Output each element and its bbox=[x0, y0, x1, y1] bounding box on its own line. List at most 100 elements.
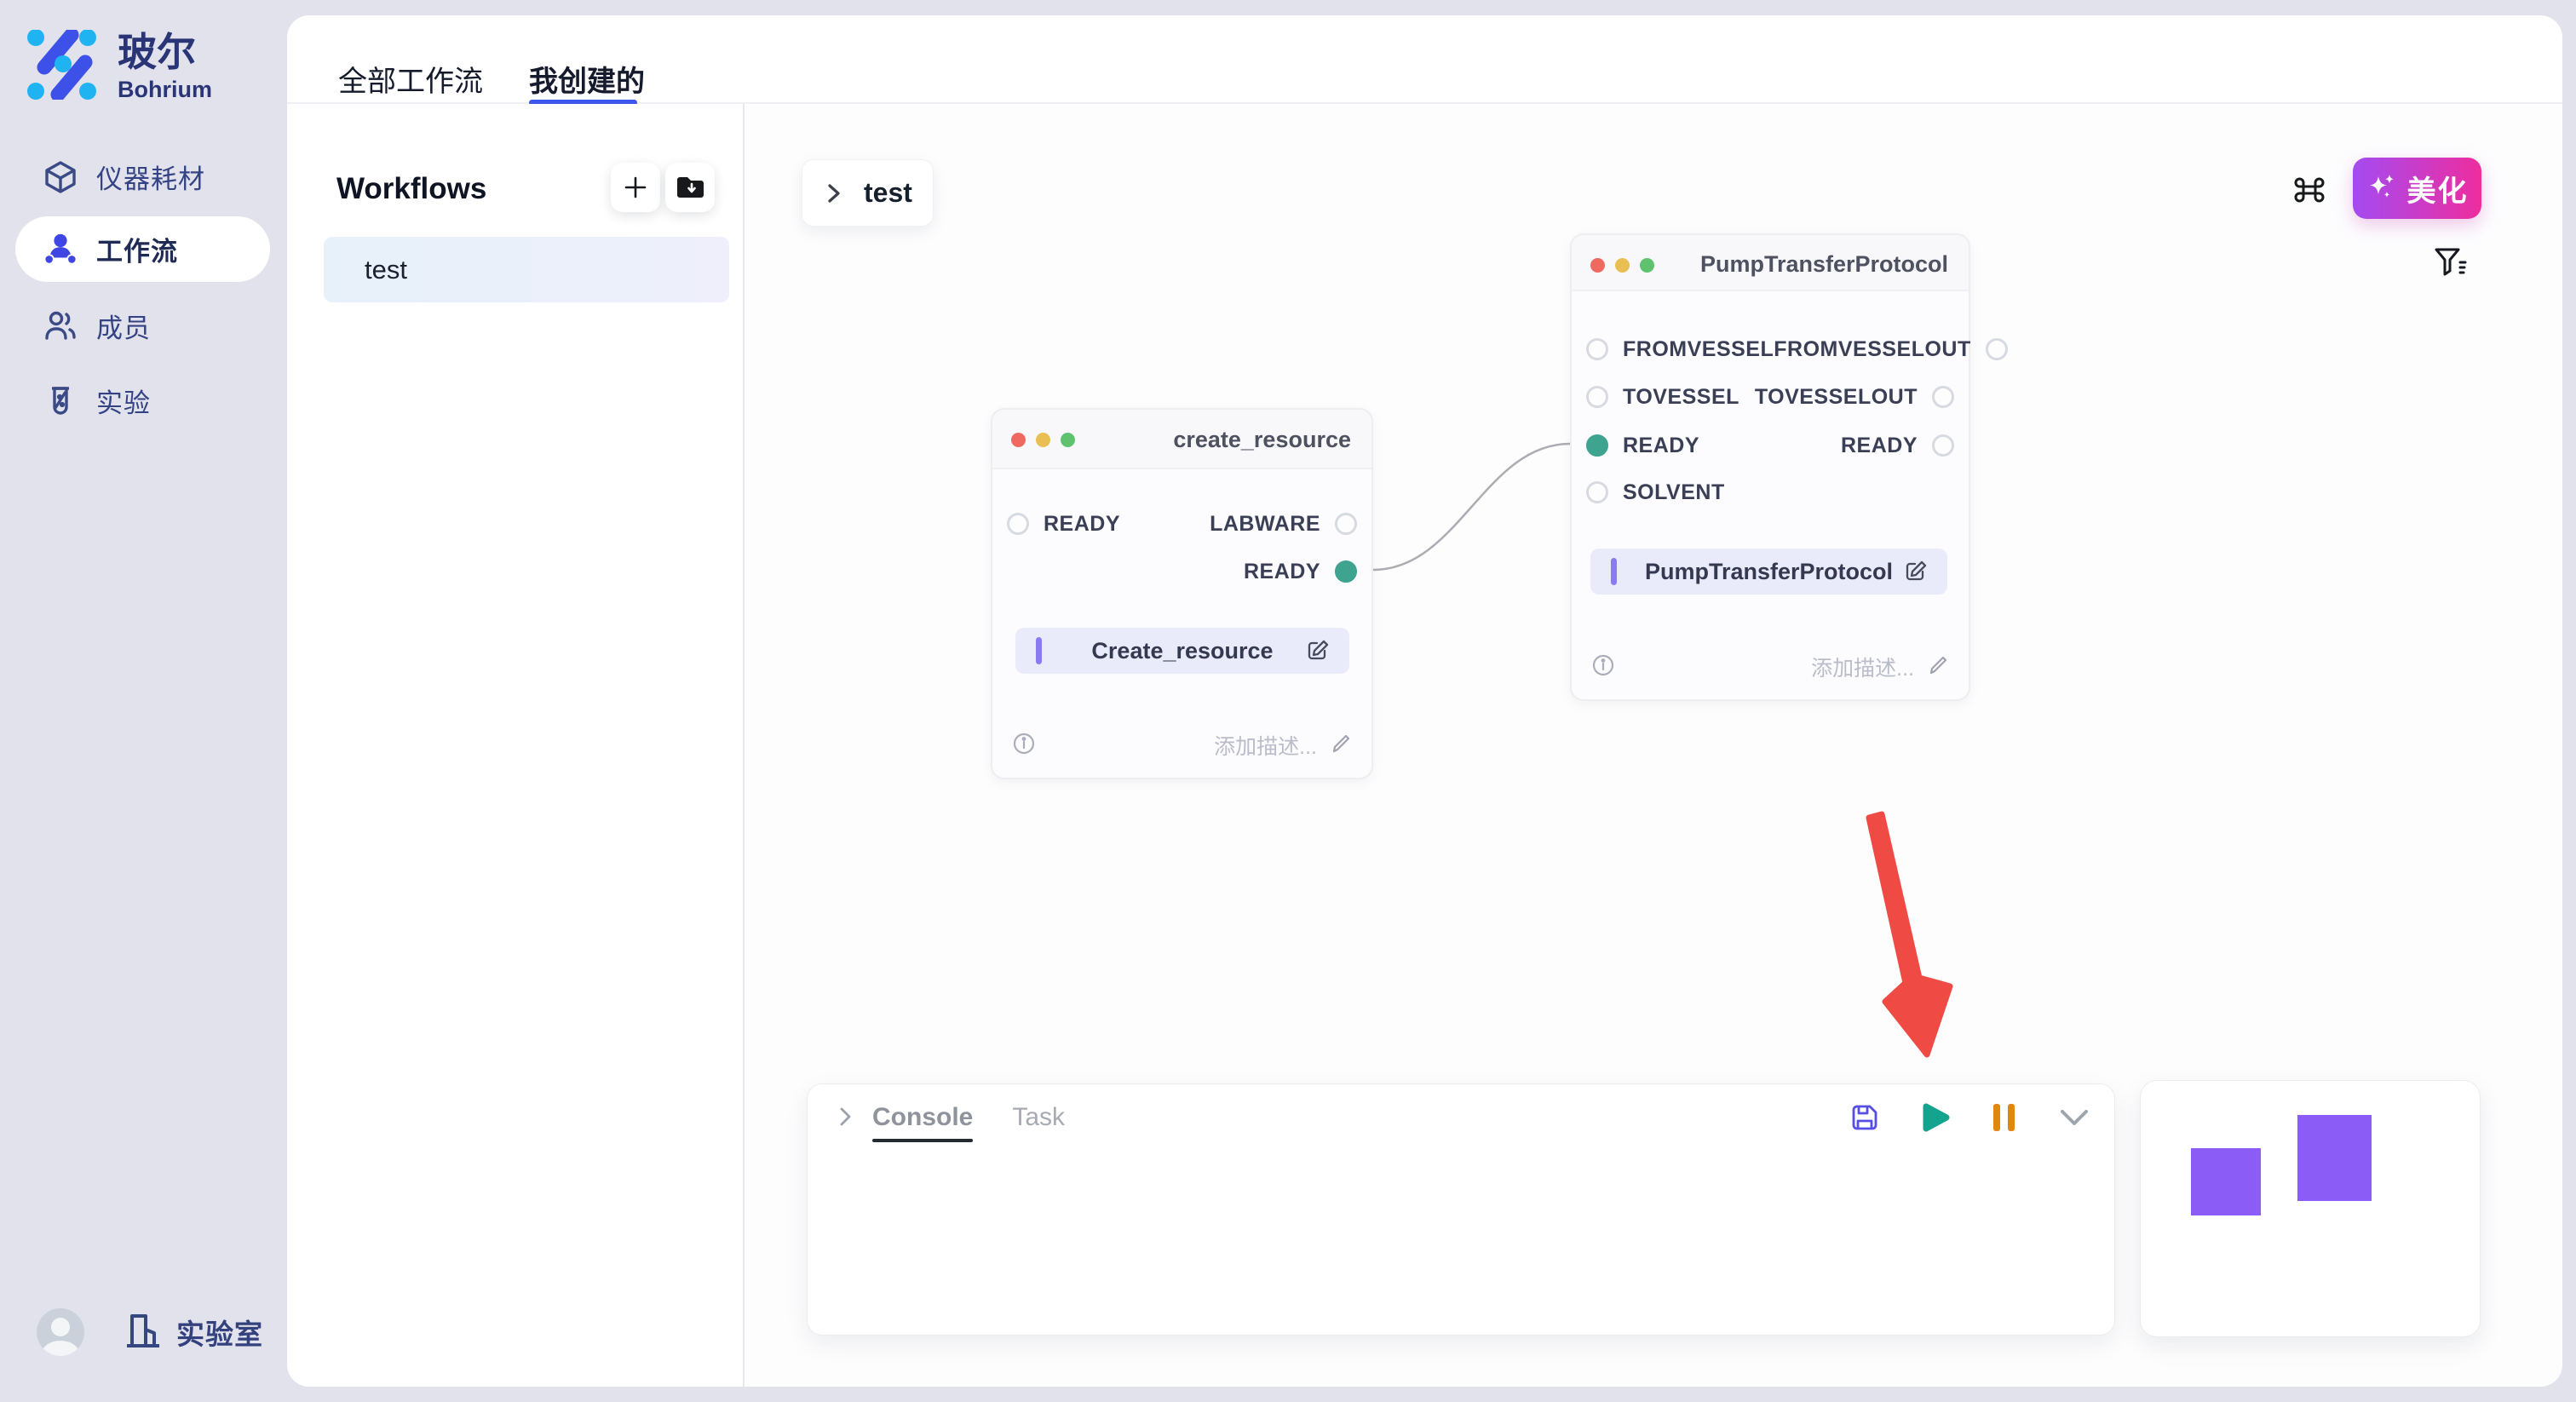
tab-task[interactable]: Task bbox=[1012, 1103, 1065, 1142]
building-icon bbox=[124, 1311, 163, 1354]
minimap-node bbox=[2191, 1148, 2261, 1215]
pencil-icon[interactable] bbox=[1928, 654, 1950, 681]
experiment-icon bbox=[43, 384, 78, 418]
box-icon bbox=[43, 160, 78, 194]
light-yellow bbox=[1036, 433, 1050, 447]
tab-console[interactable]: Console bbox=[872, 1103, 973, 1142]
sparkles-icon bbox=[2366, 171, 2397, 206]
node-create-resource[interactable]: create_resource READY LABWARE READY bbox=[991, 408, 1373, 779]
workflows-panel: Workflows test bbox=[287, 104, 745, 1387]
avatar[interactable] bbox=[37, 1308, 84, 1356]
port-label: READY bbox=[1841, 434, 1918, 458]
import-folder-button[interactable] bbox=[665, 163, 715, 212]
pill-accent-bar bbox=[1036, 637, 1042, 664]
main-panel: 全部工作流 我创建的 Workflows test bbox=[287, 15, 2562, 1387]
port-label: READY bbox=[1623, 434, 1699, 458]
brand-subtitle: Bohrium bbox=[118, 77, 212, 103]
traffic-lights bbox=[1011, 433, 1075, 447]
beautify-label: 美化 bbox=[2407, 168, 2469, 210]
port-out-ready-connected[interactable] bbox=[1335, 560, 1357, 583]
port-in-ready[interactable] bbox=[1007, 513, 1029, 535]
port-label: FROMVESSELOUT bbox=[1774, 337, 1971, 362]
command-palette-button[interactable] bbox=[2291, 171, 2328, 209]
light-yellow bbox=[1615, 258, 1630, 273]
port-out-fromvesselout[interactable] bbox=[1986, 338, 2008, 360]
beautify-button[interactable]: 美化 bbox=[2353, 158, 2481, 219]
info-icon[interactable] bbox=[1590, 652, 1616, 682]
console-panel: Console Task bbox=[807, 1083, 2115, 1336]
port-label: READY bbox=[1044, 512, 1120, 537]
collapse-icon[interactable] bbox=[2058, 1101, 2090, 1134]
sidebar: 玻尔 Bohrium 仪器耗材 bbox=[0, 0, 287, 1402]
members-icon bbox=[43, 309, 78, 343]
light-green bbox=[1640, 258, 1654, 273]
port-label: TOVESSELOUT bbox=[1755, 385, 1918, 410]
console-expand-icon[interactable] bbox=[837, 1105, 855, 1133]
add-workflow-button[interactable] bbox=[611, 163, 660, 212]
port-in-tovessel[interactable] bbox=[1586, 386, 1608, 408]
save-icon[interactable] bbox=[1849, 1101, 1881, 1134]
filter-icon[interactable] bbox=[2432, 244, 2470, 281]
pencil-icon[interactable] bbox=[1331, 733, 1353, 759]
workflows-panel-title: Workflows bbox=[336, 172, 486, 206]
port-out-ready[interactable] bbox=[1932, 434, 1954, 457]
breadcrumb-label: test bbox=[864, 177, 912, 209]
pill-label: Create_resource bbox=[1015, 638, 1349, 664]
node-title: create_resource bbox=[1173, 427, 1351, 453]
lab-switcher[interactable]: 实验室 bbox=[37, 1308, 263, 1356]
light-red bbox=[1590, 258, 1605, 273]
chevron-right-icon[interactable] bbox=[825, 181, 843, 206]
port-label: READY bbox=[1244, 560, 1320, 584]
traffic-lights bbox=[1590, 258, 1654, 273]
port-out-labware[interactable] bbox=[1335, 513, 1357, 535]
sidebar-item-label: 仪器耗材 bbox=[96, 158, 205, 196]
brand: 玻尔 Bohrium bbox=[27, 30, 212, 104]
workflow-item-name: test bbox=[365, 255, 407, 285]
sidebar-item-label: 成员 bbox=[96, 307, 151, 345]
tab-created-by-me[interactable]: 我创建的 bbox=[529, 58, 645, 100]
node-action-pill[interactable]: Create_resource bbox=[1015, 628, 1349, 674]
light-green bbox=[1061, 433, 1075, 447]
pause-icon[interactable] bbox=[1988, 1101, 2021, 1134]
sidebar-item-experiments[interactable]: 实验 bbox=[15, 368, 270, 434]
sidebar-item-label: 实验 bbox=[96, 382, 151, 420]
run-icon[interactable] bbox=[1918, 1101, 1951, 1134]
breadcrumb[interactable]: test bbox=[802, 159, 934, 227]
node-header[interactable]: PumpTransferProtocol bbox=[1572, 235, 1969, 291]
info-icon[interactable] bbox=[1011, 731, 1037, 761]
workflow-list-item[interactable]: test bbox=[324, 237, 729, 302]
port-label: LABWARE bbox=[1210, 512, 1320, 537]
description-placeholder[interactable]: 添加描述... bbox=[1811, 652, 1914, 682]
pill-label: PumpTransferProtocol bbox=[1590, 559, 1947, 585]
light-red bbox=[1011, 433, 1026, 447]
minimap[interactable] bbox=[2140, 1080, 2481, 1337]
sidebar-item-members[interactable]: 成员 bbox=[15, 293, 270, 359]
edit-icon[interactable] bbox=[1903, 559, 1929, 584]
pill-accent-bar bbox=[1611, 558, 1617, 585]
tab-all-workflows[interactable]: 全部工作流 bbox=[338, 58, 483, 100]
brand-title: 玻尔 bbox=[118, 30, 212, 75]
node-title: PumpTransferProtocol bbox=[1700, 251, 1948, 278]
port-label: FROMVESSEL bbox=[1623, 337, 1774, 362]
port-in-fromvessel[interactable] bbox=[1586, 338, 1608, 360]
workflow-icon bbox=[43, 233, 78, 267]
node-header[interactable]: create_resource bbox=[992, 410, 1371, 469]
sidebar-item-instruments[interactable]: 仪器耗材 bbox=[15, 144, 270, 210]
node-pump-transfer-protocol[interactable]: PumpTransferProtocol FROMVESSEL FROMVESS… bbox=[1570, 233, 1970, 701]
edit-icon[interactable] bbox=[1305, 638, 1331, 664]
port-in-ready-connected[interactable] bbox=[1586, 434, 1608, 457]
port-label: TOVESSEL bbox=[1623, 385, 1739, 410]
description-placeholder[interactable]: 添加描述... bbox=[1214, 730, 1317, 761]
header-tabbar: 全部工作流 我创建的 bbox=[287, 15, 2562, 104]
sidebar-item-workflow[interactable]: 工作流 bbox=[15, 216, 270, 282]
minimap-node bbox=[2297, 1115, 2372, 1201]
console-tabs: Console Task bbox=[872, 1103, 1065, 1142]
node-action-pill[interactable]: PumpTransferProtocol bbox=[1590, 549, 1947, 595]
lab-label: 实验室 bbox=[176, 1312, 263, 1353]
port-label: SOLVENT bbox=[1623, 480, 1725, 505]
sidebar-item-label: 工作流 bbox=[96, 230, 178, 268]
app-root: 玻尔 Bohrium 仪器耗材 bbox=[0, 0, 2576, 1402]
port-in-solvent[interactable] bbox=[1586, 481, 1608, 503]
console-actions bbox=[1849, 1101, 2090, 1134]
port-out-tovesselout[interactable] bbox=[1932, 386, 1954, 408]
